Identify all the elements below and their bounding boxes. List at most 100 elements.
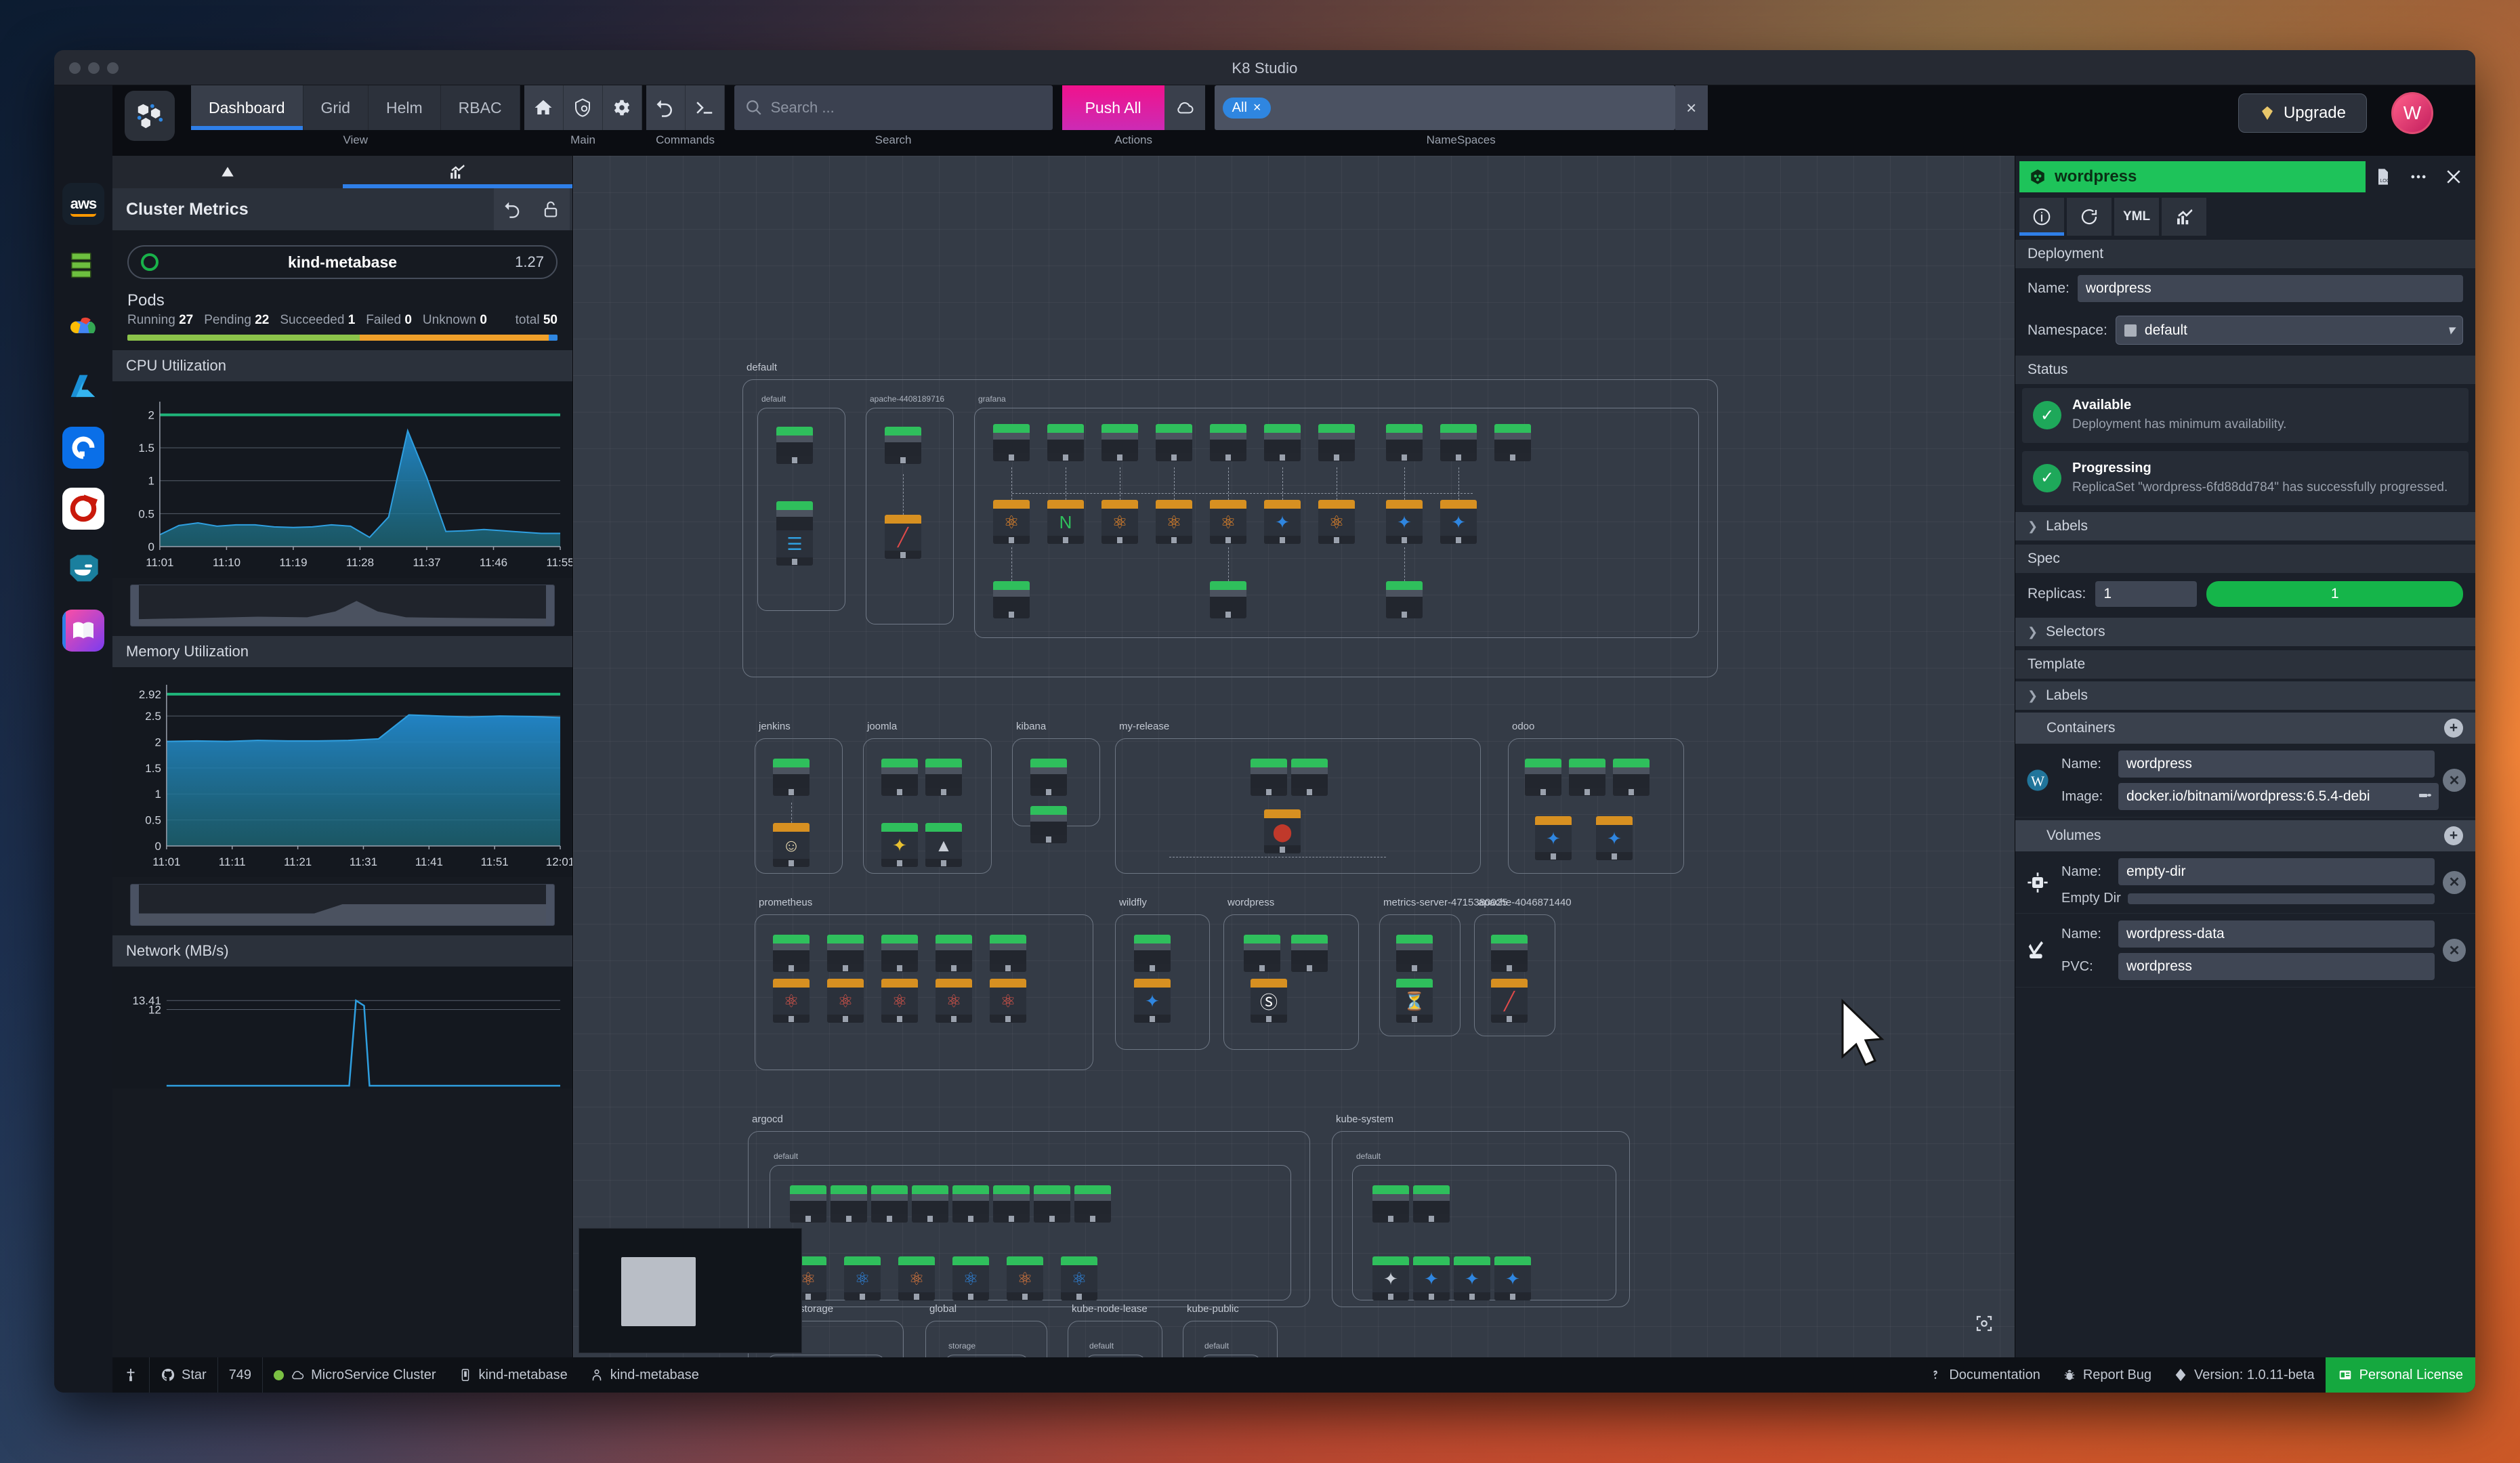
inspector-close-button[interactable] <box>2436 161 2471 192</box>
status-user[interactable]: kind-metabase <box>579 1357 710 1393</box>
labels-accordion[interactable]: ❯ Labels <box>2015 512 2475 540</box>
topology-node[interactable] <box>1291 935 1328 972</box>
topology-node[interactable] <box>1251 759 1287 796</box>
topology-node[interactable]: ✦ <box>1264 500 1301 544</box>
volume-name-input[interactable]: empty-dir <box>2118 858 2435 885</box>
status-license-badge[interactable]: Personal License <box>2326 1357 2475 1393</box>
deployment-namespace-select[interactable]: default ▾ <box>2116 316 2463 345</box>
topology-node[interactable]: ⚛ <box>827 979 864 1023</box>
tab-rbac[interactable]: RBAC <box>441 85 520 130</box>
tab-info[interactable] <box>2019 198 2064 236</box>
status-documentation-link[interactable]: Documentation <box>1917 1357 2051 1393</box>
topology-node[interactable] <box>1291 759 1328 796</box>
topology-node[interactable]: ╱ <box>1491 979 1528 1023</box>
tab-metrics[interactable] <box>2162 198 2206 236</box>
topology-node[interactable] <box>1101 424 1138 461</box>
selectors-accordion[interactable]: ❯ Selectors <box>2015 618 2475 646</box>
topology-node[interactable]: ✦ <box>1596 816 1633 860</box>
namespace-group[interactable] <box>925 1321 1047 1357</box>
pvc-claim-input[interactable]: wordpress <box>2118 953 2435 980</box>
add-container-button[interactable]: + <box>2444 719 2463 738</box>
topology-node[interactable] <box>831 1185 867 1223</box>
topology-node[interactable] <box>1210 581 1246 618</box>
topology-node[interactable] <box>1569 759 1605 796</box>
topology-node[interactable] <box>912 1185 948 1223</box>
remove-pvc-button[interactable]: ✕ <box>2443 939 2466 962</box>
topology-node[interactable]: ⚛ <box>936 979 972 1023</box>
tab-yml[interactable]: YML <box>2114 198 2159 236</box>
tab-helm[interactable]: Helm <box>369 85 441 130</box>
topology-node[interactable]: ⚛ <box>1061 1256 1097 1300</box>
rail-item-aws[interactable]: aws <box>62 183 104 225</box>
topology-node[interactable]: ⚛ <box>952 1256 989 1300</box>
rail-item-servers[interactable] <box>62 244 104 286</box>
topology-node[interactable]: ⚛ <box>1210 500 1246 544</box>
home-button[interactable] <box>524 85 564 130</box>
topology-node[interactable] <box>871 1185 908 1223</box>
topology-node[interactable]: ⚛ <box>1007 1256 1043 1300</box>
rail-item-google-cloud[interactable] <box>62 305 104 347</box>
push-all-button[interactable]: Push All <box>1062 85 1164 130</box>
topology-node[interactable]: ╱ <box>885 515 921 559</box>
container-name-input[interactable]: wordpress <box>2118 750 2435 778</box>
topology-node[interactable]: ✦ <box>881 823 918 867</box>
topology-node[interactable] <box>1386 581 1423 618</box>
topology-node[interactable]: N <box>1047 500 1084 544</box>
topology-node[interactable] <box>1074 1185 1111 1223</box>
metrics-lock-button[interactable] <box>532 188 570 230</box>
subgroup[interactable] <box>1200 1355 1261 1357</box>
replicas-input[interactable]: 1 <box>2095 581 2197 607</box>
upgrade-button[interactable]: Upgrade <box>2238 93 2367 133</box>
template-labels-accordion[interactable]: ❯ Labels <box>2015 681 2475 710</box>
subgroup[interactable] <box>767 1355 885 1357</box>
remove-volume-button[interactable]: ✕ <box>2443 871 2466 894</box>
topology-node[interactable] <box>827 935 864 972</box>
topology-node[interactable] <box>936 935 972 972</box>
namespace-filter[interactable]: All × <box>1215 85 1675 130</box>
cpu-chart-scrubber[interactable] <box>130 585 555 627</box>
cpu-scrubber-handle-right[interactable] <box>546 585 554 626</box>
rail-item-docs[interactable] <box>62 610 104 652</box>
topology-node[interactable]: ⏳ <box>1396 979 1433 1023</box>
topology-node[interactable]: ✦ <box>1535 816 1572 860</box>
topology-node[interactable]: ▲ <box>925 823 962 867</box>
topology-node[interactable] <box>1386 424 1423 461</box>
topology-node[interactable] <box>1264 424 1301 461</box>
metrics-tab-charts[interactable] <box>343 156 573 188</box>
topology-node[interactable]: ⚛ <box>844 1256 881 1300</box>
topology-node[interactable]: ⚛ <box>1318 500 1355 544</box>
topology-node[interactable]: ⚛ <box>773 979 810 1023</box>
cloud-sync-button[interactable] <box>1164 85 1205 130</box>
memory-scrubber-handle-right[interactable] <box>546 885 554 925</box>
topology-node[interactable]: ✦ <box>1494 1256 1531 1300</box>
namespace-group[interactable] <box>1183 1321 1278 1357</box>
deployment-name-input[interactable]: wordpress <box>2078 275 2463 302</box>
topology-node[interactable] <box>1134 935 1171 972</box>
topology-node[interactable] <box>776 427 813 464</box>
topology-node[interactable]: ✦ <box>1454 1256 1490 1300</box>
topology-node[interactable] <box>881 935 918 972</box>
undo-button[interactable] <box>646 85 686 130</box>
topology-node[interactable] <box>1156 424 1192 461</box>
minimap-viewport[interactable] <box>621 1257 696 1326</box>
topology-node[interactable]: ⚛ <box>881 979 918 1023</box>
topology-node[interactable] <box>1030 759 1067 796</box>
topology-node[interactable] <box>1491 935 1528 972</box>
topology-node[interactable]: Ⓢ <box>1251 979 1287 1023</box>
topology-node[interactable] <box>790 1185 826 1223</box>
topology-node[interactable]: ⚛ <box>1156 500 1192 544</box>
inspector-log-button[interactable]: LOG <box>2366 161 2401 192</box>
topology-canvas[interactable]: defaultdefault☰apache-4408189716╱grafana… <box>573 156 2015 1357</box>
fit-to-screen-button[interactable] <box>1974 1313 1994 1337</box>
rail-item-azure[interactable] <box>62 366 104 408</box>
topology-node[interactable] <box>1494 424 1531 461</box>
memory-chart-scrubber[interactable] <box>130 884 555 926</box>
topology-node[interactable] <box>993 424 1030 461</box>
remove-container-button[interactable]: ✕ <box>2443 769 2466 792</box>
topology-node[interactable] <box>952 1185 989 1223</box>
topology-node[interactable]: ☰ <box>776 501 813 566</box>
subgroup[interactable] <box>944 1355 1029 1357</box>
topology-node[interactable] <box>881 759 918 796</box>
namespace-clear-button[interactable]: × <box>1675 85 1708 130</box>
rail-item-openshift[interactable] <box>62 488 104 530</box>
